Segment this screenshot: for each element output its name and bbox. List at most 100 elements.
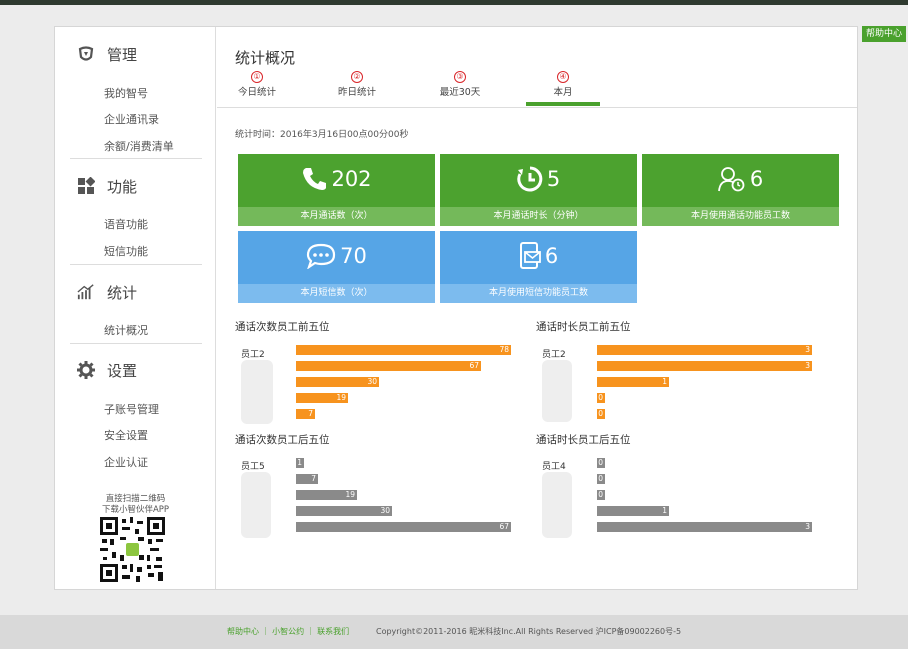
sidebar-item-security[interactable]: 安全设置 bbox=[104, 427, 148, 443]
blurred-names bbox=[542, 472, 572, 538]
sidebar-section-title: 设置 bbox=[107, 361, 138, 380]
sidebar-item-balance[interactable]: 余额/消费清单 bbox=[104, 138, 174, 154]
chart-title: 通话时长员工前五位 bbox=[536, 321, 631, 333]
bar-value-label: 30 bbox=[367, 377, 377, 386]
tile-sms: 70 本月短信数（次） bbox=[238, 231, 435, 303]
bar-value-label: 0 bbox=[598, 393, 603, 402]
bar-value-label: 0 bbox=[598, 474, 603, 483]
chart-bar: 7 bbox=[296, 474, 318, 484]
tile-value: 70 bbox=[340, 244, 367, 268]
sidebar-item-contacts[interactable]: 企业通讯录 bbox=[104, 111, 159, 127]
content-card: 管理 我的智号 企业通讯录 余额/消费清单 功能 语音功能 短信功能 统计 统计… bbox=[54, 26, 858, 590]
footer-links[interactable]: 帮助中心 ｜ 小智公约 ｜ 联系我们 bbox=[227, 615, 349, 649]
tab-number: ④ bbox=[557, 71, 569, 83]
bar-value-label: 1 bbox=[662, 506, 667, 515]
blurred-names bbox=[241, 472, 271, 538]
tab-number: ① bbox=[251, 71, 263, 83]
bar-value-label: 7 bbox=[308, 409, 313, 418]
tab-last-30-days[interactable]: ③ 最近30天 bbox=[420, 71, 500, 98]
employee-label: 员工2 bbox=[542, 350, 566, 360]
tile-caption: 本月使用短信功能员工数 bbox=[440, 284, 637, 303]
bar-value-label: 67 bbox=[499, 522, 509, 531]
qr-caption-2: 下载小智伙伴APP bbox=[101, 505, 170, 515]
tile-value: 6 bbox=[544, 244, 559, 268]
sidebar-item-my-account[interactable]: 我的智号 bbox=[104, 85, 148, 101]
chart-bar: 0 bbox=[597, 474, 605, 484]
footer-copyright: Copyright©2011-2016 昵米科技Inc.All Rights R… bbox=[376, 627, 682, 636]
bar-value-label: 3 bbox=[805, 361, 810, 370]
divider bbox=[70, 158, 202, 159]
chart-icon bbox=[77, 283, 95, 301]
chart-bar: 30 bbox=[296, 377, 379, 387]
footer: 帮助中心 ｜ 小智公约 ｜ 联系我们 Copyright©2011-2016 昵… bbox=[0, 615, 908, 649]
sidebar-section-manage: 管理 bbox=[77, 43, 137, 65]
chart-bar: 1 bbox=[296, 458, 304, 468]
employee-label: 员工5 bbox=[241, 462, 265, 472]
grid-icon bbox=[77, 177, 95, 195]
sidebar-section-stats: 统计 bbox=[77, 281, 137, 303]
tile-value: 5 bbox=[546, 167, 561, 191]
sidebar-section-settings: 设置 bbox=[77, 359, 137, 381]
tabs-divider bbox=[217, 107, 857, 108]
gear-icon bbox=[77, 361, 95, 379]
sidebar-section-title: 管理 bbox=[107, 45, 138, 64]
tab-yesterday[interactable]: ② 昨日统计 bbox=[317, 71, 397, 98]
bar-value-label: 7 bbox=[311, 474, 316, 483]
chart-title: 通话次数员工后五位 bbox=[235, 434, 330, 446]
tile-value: 202 bbox=[331, 167, 372, 191]
chart-bar: 7 bbox=[296, 409, 315, 419]
tab-this-month[interactable]: ④ 本月 bbox=[523, 71, 603, 106]
bar-value-label: 1 bbox=[662, 377, 667, 386]
chart-title: 通话次数员工前五位 bbox=[235, 321, 330, 333]
sidebar: 管理 我的智号 企业通讯录 余额/消费清单 功能 语音功能 短信功能 统计 统计… bbox=[55, 27, 216, 589]
tile-calls: 202 本月通话数（次） bbox=[238, 154, 435, 226]
stat-time: 统计时间：2016年3月16日00点00分00秒 bbox=[235, 130, 409, 140]
sidebar-section-title: 功能 bbox=[107, 177, 138, 196]
bar-value-label: 0 bbox=[598, 409, 603, 418]
tile-value: 6 bbox=[749, 167, 764, 191]
tab-today[interactable]: ① 今日统计 bbox=[217, 71, 297, 98]
chart-title: 通话时长员工后五位 bbox=[536, 434, 631, 446]
chart-bar: 1 bbox=[597, 377, 669, 387]
chart-bar: 0 bbox=[597, 490, 605, 500]
tile-sms-users: 6 本月使用短信功能员工数 bbox=[440, 231, 637, 303]
sidebar-item-subaccount[interactable]: 子账号管理 bbox=[104, 401, 159, 417]
page-title: 统计概况 bbox=[235, 49, 296, 67]
tab-label: 最近30天 bbox=[439, 87, 481, 98]
help-center-button[interactable]: 帮助中心 bbox=[862, 26, 906, 42]
chart-bar: 67 bbox=[296, 522, 511, 532]
bar-value-label: 67 bbox=[469, 361, 479, 370]
clock-icon bbox=[517, 166, 543, 192]
tile-caption: 本月通话数（次） bbox=[238, 207, 435, 226]
chart-bar: 3 bbox=[597, 522, 812, 532]
bar-value-label: 3 bbox=[805, 522, 810, 531]
blurred-names bbox=[241, 360, 273, 424]
chart-bar: 78 bbox=[296, 345, 511, 355]
top-bar bbox=[0, 0, 908, 5]
bar-value-label: 0 bbox=[598, 490, 603, 499]
active-tab-indicator bbox=[526, 102, 600, 106]
chart-bar: 19 bbox=[296, 490, 357, 500]
bar-value-label: 3 bbox=[805, 345, 810, 354]
sidebar-item-verify[interactable]: 企业认证 bbox=[104, 454, 148, 470]
sidebar-item-voice[interactable]: 语音功能 bbox=[104, 216, 148, 232]
tile-caption: 本月使用通话功能员工数 bbox=[642, 207, 839, 226]
chart-bar: 67 bbox=[296, 361, 481, 371]
tab-label: 今日统计 bbox=[237, 87, 276, 98]
blurred-names bbox=[542, 360, 572, 422]
qr-caption-1: 直接扫描二维码 bbox=[105, 494, 166, 504]
chart-bar: 30 bbox=[296, 506, 392, 516]
shield-icon bbox=[77, 45, 95, 63]
bar-value-label: 0 bbox=[598, 458, 603, 467]
tile-caption: 本月短信数（次） bbox=[238, 284, 435, 303]
tile-caption: 本月通话时长（分钟） bbox=[440, 207, 637, 226]
phone-icon bbox=[303, 168, 327, 190]
qr-code-image bbox=[100, 517, 165, 582]
tab-number: ③ bbox=[454, 71, 466, 83]
sidebar-item-overview[interactable]: 统计概况 bbox=[104, 322, 148, 338]
sidebar-item-sms[interactable]: 短信功能 bbox=[104, 243, 148, 259]
chart-bar: 19 bbox=[296, 393, 348, 403]
sidebar-section-features: 功能 bbox=[77, 175, 137, 197]
chart-bar: 0 bbox=[597, 409, 605, 419]
bar-value-label: 30 bbox=[380, 506, 390, 515]
